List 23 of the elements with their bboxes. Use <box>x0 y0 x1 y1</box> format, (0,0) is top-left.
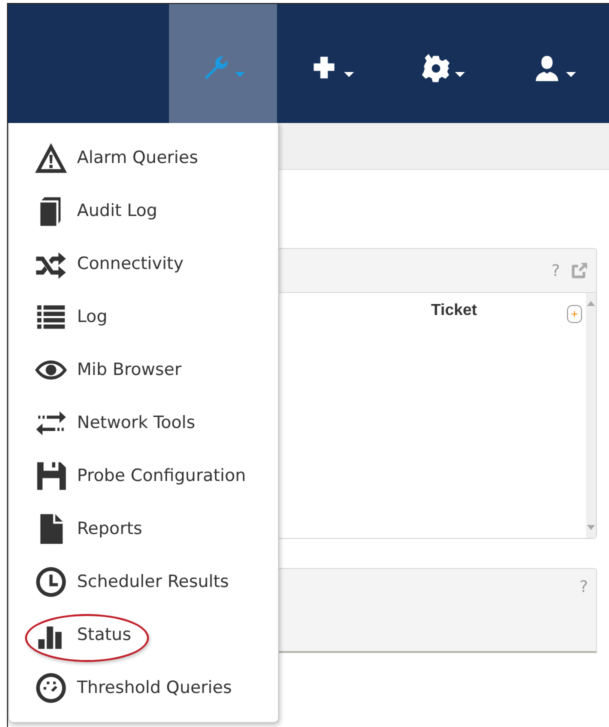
clock-icon <box>34 564 68 598</box>
gauge-icon <box>34 670 68 704</box>
menu-item[interactable]: Log <box>9 290 278 343</box>
caret-icon <box>454 72 465 77</box>
menu-item[interactable]: Threshold Queries <box>9 661 278 714</box>
caret-icon <box>234 72 245 77</box>
caret-icon <box>344 72 354 77</box>
scroll-up-icon <box>587 301 595 306</box>
menu-item[interactable]: Audit Log <box>9 184 278 237</box>
menu-item[interactable]: Alarm Queries <box>9 131 278 184</box>
warning-icon <box>34 140 68 174</box>
menu-item[interactable]: Connectivity <box>9 237 278 290</box>
scrollbar[interactable] <box>586 293 596 538</box>
gear-icon <box>420 52 451 82</box>
column-header: Ticket <box>431 302 477 320</box>
caret-icon <box>566 72 576 77</box>
menu-item[interactable]: Reports <box>9 502 278 555</box>
menu-item[interactable]: Scheduler Results <box>9 555 278 608</box>
menu-item[interactable]: Mib Browser <box>9 343 278 396</box>
menu-item[interactable]: Network Tools <box>9 396 278 449</box>
menu-item[interactable]: Status <box>9 608 278 661</box>
scroll-down-icon <box>587 525 595 530</box>
menu-item[interactable]: Probe Configuration <box>9 449 278 502</box>
